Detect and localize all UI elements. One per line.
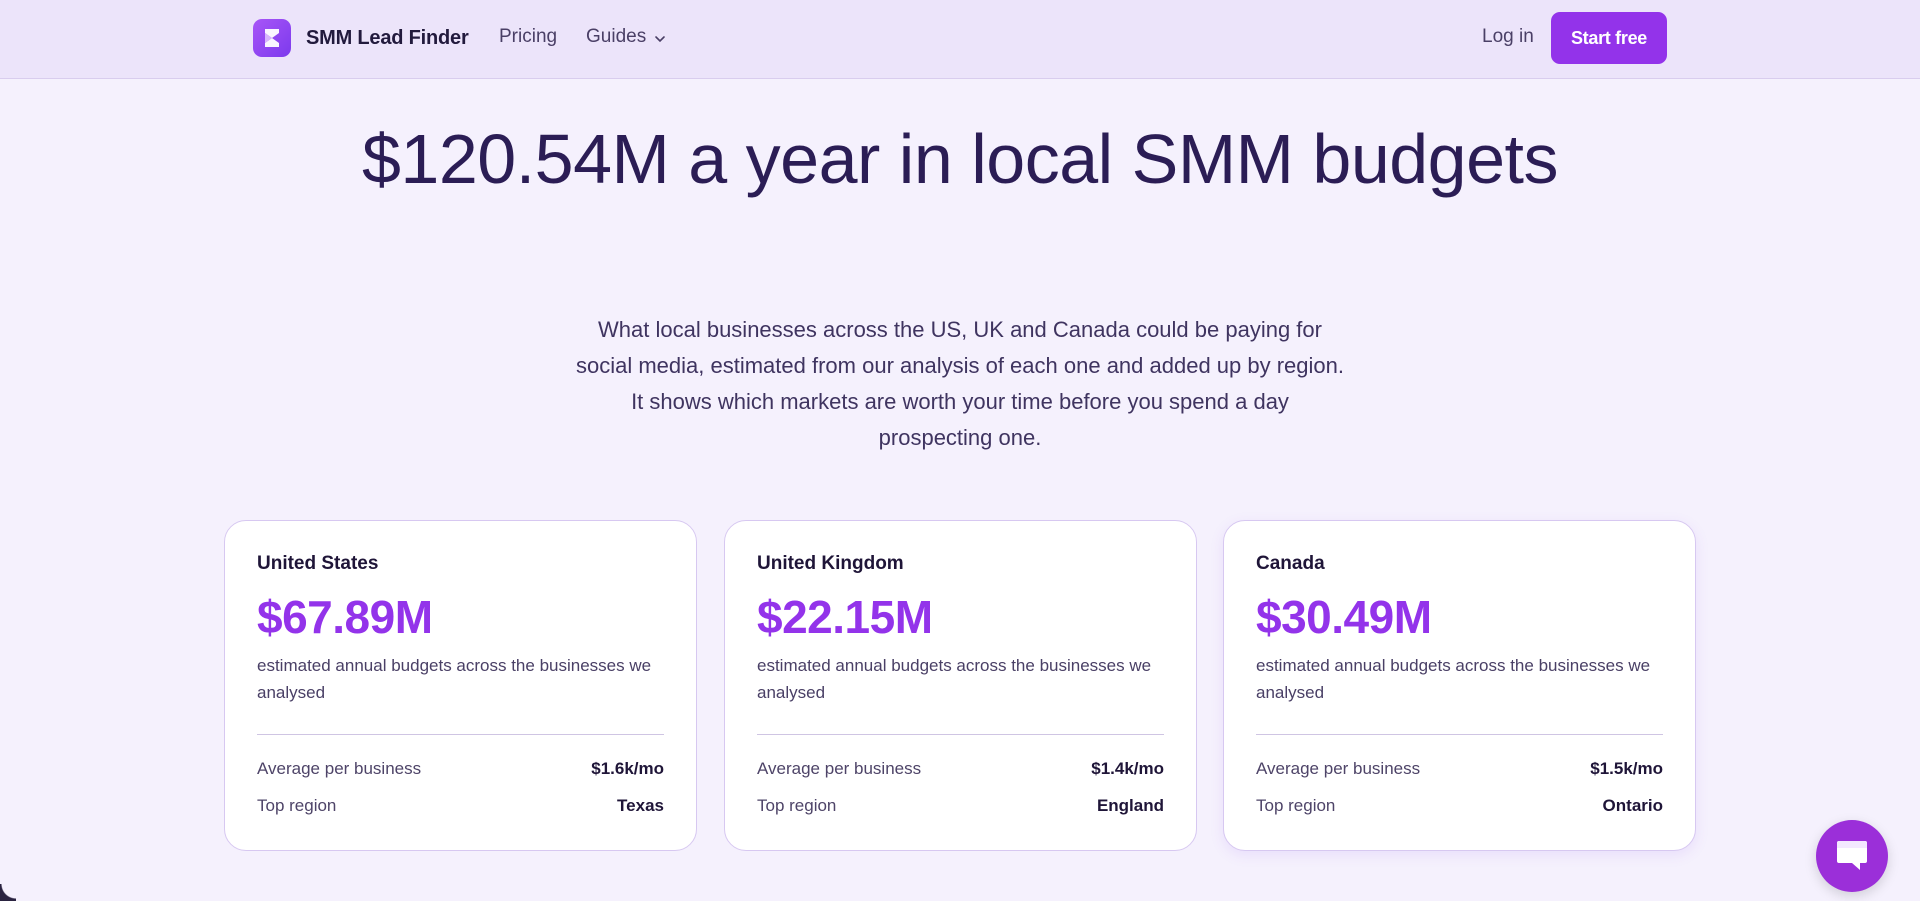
- top-navbar: SMM Lead Finder Pricing Guides Log in St…: [0, 0, 1920, 79]
- window-corner: [0, 884, 16, 901]
- card-row-average: Average per business $1.6k/mo: [257, 759, 664, 779]
- card-country: Canada: [1256, 553, 1325, 574]
- card-row-average: Average per business $1.4k/mo: [757, 759, 1164, 779]
- card-country: United States: [257, 553, 379, 574]
- card-row-region: Top region Ontario: [1256, 796, 1663, 816]
- card-country: United Kingdom: [757, 553, 904, 574]
- card-description: estimated annual budgets across the busi…: [257, 656, 652, 702]
- region-value: Ontario: [1602, 796, 1663, 815]
- market-card-canada: Canada $30.49M estimated annual budgets …: [1223, 520, 1696, 851]
- market-card-us: United States $67.89M estimated annual b…: [224, 520, 697, 851]
- average-value: $1.5k/mo: [1590, 759, 1663, 778]
- region-label: Top region: [257, 796, 337, 815]
- brand-logo-icon: [253, 19, 291, 57]
- average-value: $1.6k/mo: [591, 759, 664, 778]
- region-value: Texas: [617, 796, 664, 815]
- region-value: England: [1096, 796, 1164, 815]
- card-divider: [757, 734, 1164, 735]
- card-description: estimated annual budgets across the busi…: [757, 656, 1152, 702]
- chat-widget-button[interactable]: [1816, 820, 1888, 892]
- average-value: $1.4k/mo: [1091, 759, 1164, 778]
- login-link[interactable]: Log in: [1482, 26, 1534, 48]
- brand-link[interactable]: SMM Lead Finder: [253, 19, 469, 57]
- card-row-average: Average per business $1.5k/mo: [1256, 759, 1663, 779]
- card-row-region: Top region England: [757, 796, 1164, 816]
- nav-guides-label: Guides: [586, 26, 647, 47]
- hero-subtitle: What local businesses across the US, UK …: [575, 317, 1344, 450]
- start-free-button[interactable]: Start free: [1551, 12, 1667, 64]
- brand-name: SMM Lead Finder: [306, 26, 469, 49]
- card-amount: $30.49M: [1256, 591, 1432, 643]
- card-divider: [257, 734, 664, 735]
- card-divider: [1256, 734, 1663, 735]
- card-amount: $67.89M: [257, 591, 433, 643]
- average-label: Average per business: [757, 759, 922, 778]
- average-label: Average per business: [1256, 759, 1421, 778]
- nav-link-pricing[interactable]: Pricing: [499, 26, 557, 48]
- market-card-uk: United Kingdom $22.15M estimated annual …: [724, 520, 1197, 851]
- card-row-region: Top region Texas: [257, 796, 664, 816]
- chevron-down-icon: [655, 35, 666, 42]
- region-label: Top region: [757, 796, 837, 815]
- hero-title: $120.54M a year in local SMM budgets: [362, 120, 1559, 198]
- card-description: estimated annual budgets across the busi…: [1256, 656, 1651, 702]
- card-amount: $22.15M: [757, 591, 933, 643]
- nav-dropdown-guides[interactable]: Guides: [586, 26, 666, 48]
- region-label: Top region: [1256, 796, 1336, 815]
- chat-bubble-icon: [1837, 841, 1867, 870]
- average-label: Average per business: [257, 759, 422, 778]
